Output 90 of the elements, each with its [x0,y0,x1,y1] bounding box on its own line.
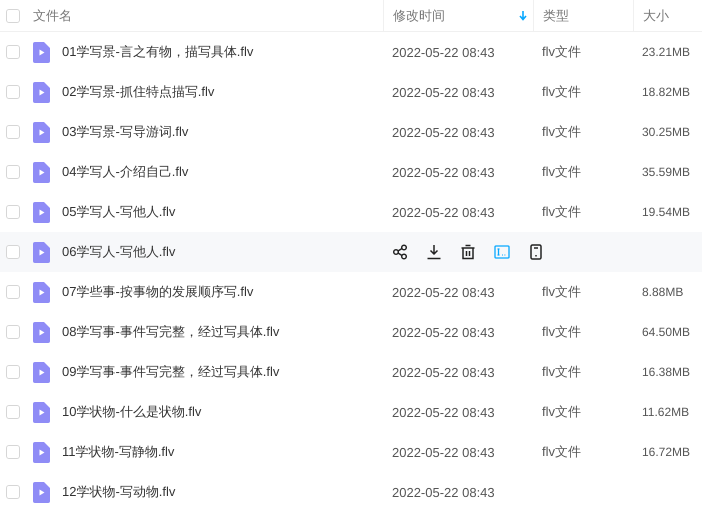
modified-time: 2022-05-22 08:43 [392,444,495,460]
video-file-icon [33,482,50,502]
video-file-icon [33,162,50,182]
file-row[interactable]: 10学状物-什么是状物.flv 2022-05-22 08:43 flv文件 11.62MB [0,392,702,432]
file-type: flv文件 [542,323,581,341]
video-file-icon [33,202,50,222]
video-file-icon [33,402,50,422]
row-checkbox[interactable] [6,325,20,339]
file-name[interactable]: 02学写景-抓住特点描写.flv [62,83,214,101]
row-checkbox[interactable] [6,85,20,99]
file-type: flv文件 [542,83,581,101]
file-type: flv文件 [542,123,581,141]
file-size: 16.38MB [642,365,690,379]
video-file-icon [33,362,50,382]
modified-time: 2022-05-22 08:43 [392,284,495,300]
modified-time: 2022-05-22 08:43 [392,204,495,220]
file-size: 35.59MB [642,165,690,179]
row-checkbox[interactable] [6,125,20,139]
share-icon[interactable] [392,244,408,260]
file-row[interactable]: 09学写事-事件写完整，经过写具体.flv 2022-05-22 08:43 flv文件 16.38MB [0,352,702,392]
file-type: flv文件 [542,43,581,61]
modified-time: 2022-05-22 08:43 [392,44,495,60]
file-row[interactable]: 03学写景-写导游词.flv 2022-05-22 08:43 flv文件 30.25MB [0,112,702,152]
file-type: flv文件 [542,443,581,461]
file-type: flv文件 [542,203,581,221]
row-checkbox[interactable] [6,45,20,59]
file-size: 64.50MB [642,325,690,339]
modified-time: 2022-05-22 08:43 [392,164,495,180]
file-size: 30.25MB [642,125,690,139]
file-name[interactable]: 01学写景-言之有物，描写具体.flv [62,43,254,61]
video-file-icon [33,42,50,62]
file-size: 19.54MB [642,205,690,219]
file-type: flv文件 [542,283,581,301]
file-name[interactable]: 06学写人-写他人.flv [62,243,176,261]
modified-time: 2022-05-22 08:43 [392,484,495,500]
file-row[interactable]: 07学些事-按事物的发展顺序写.flv 2022-05-22 08:43 flv文件 8.88MB [0,272,702,312]
sort-arrow-icon[interactable] [519,10,527,20]
modified-time: 2022-05-22 08:43 [392,404,495,420]
row-checkbox[interactable] [6,445,20,459]
download-icon[interactable] [426,244,442,260]
file-size: 16.72MB [642,445,690,459]
file-size: 11.62MB [642,405,690,419]
row-checkbox[interactable] [6,165,20,179]
video-file-icon [33,282,50,302]
column-header[interactable]: 类型 [543,6,569,24]
file-row[interactable]: 12学状物-写动物.flv 2022-05-22 08:43 [0,472,702,505]
file-row[interactable]: 08学写事-事件写完整，经过写具体.flv 2022-05-22 08:43 flv文件 64.50MB [0,312,702,352]
file-size: 18.82MB [642,85,690,99]
file-size: 8.88MB [642,285,684,299]
modified-time: 2022-05-22 08:43 [392,324,495,340]
video-file-icon [33,82,50,102]
video-file-icon [33,442,50,462]
select-all-checkbox[interactable] [6,8,20,22]
file-name[interactable]: 05学写人-写他人.flv [62,203,176,221]
row-checkbox[interactable] [6,405,20,419]
modified-time: 2022-05-22 08:43 [392,84,495,100]
file-name[interactable]: 08学写事-事件写完整，经过写具体.flv [62,323,280,341]
file-name[interactable]: 07学些事-按事物的发展顺序写.flv [62,283,254,301]
column-header[interactable]: 大小 [643,6,669,24]
video-file-icon [33,242,50,262]
file-type: flv文件 [542,403,581,421]
modified-time: 2022-05-22 08:43 [392,124,495,140]
row-checkbox[interactable] [6,245,20,259]
file-type: flv文件 [542,163,581,181]
file-name[interactable]: 04学写人-介绍自己.flv [62,163,188,181]
modified-time: 2022-05-22 08:43 [392,364,495,380]
file-row[interactable]: 02学写景-抓住特点描写.flv 2022-05-22 08:43 flv文件 18.82MB [0,72,702,112]
file-name[interactable]: 12学状物-写动物.flv [62,483,176,501]
column-header[interactable]: 修改时间 [393,6,445,24]
video-file-icon [33,122,50,142]
file-name[interactable]: 03学写景-写导游词.flv [62,123,188,141]
file-name[interactable]: 09学写事-事件写完整，经过写具体.flv [62,363,280,381]
file-row[interactable]: 04学写人-介绍自己.flv 2022-05-22 08:43 flv文件 35.59MB [0,152,702,192]
delete-icon[interactable] [460,244,476,260]
file-size: 23.21MB [642,45,690,59]
row-checkbox[interactable] [6,485,20,499]
video-file-icon [33,322,50,342]
device-icon[interactable] [528,244,544,260]
file-type: flv文件 [542,363,581,381]
row-checkbox[interactable] [6,285,20,299]
column-header[interactable]: 文件名 [33,6,72,24]
row-checkbox[interactable] [6,205,20,219]
row-checkbox[interactable] [6,365,20,379]
file-row[interactable]: 01学写景-言之有物，描写具体.flv 2022-05-22 08:43 flv文件 23.21MB [0,32,702,72]
file-row[interactable]: 06学写人-写他人.flv [0,232,702,272]
file-name[interactable]: 10学状物-什么是状物.flv [62,403,202,421]
rename-icon[interactable] [494,244,510,260]
file-row[interactable]: 11学状物-写静物.flv 2022-05-22 08:43 flv文件 16.72MB [0,432,702,472]
file-row[interactable]: 05学写人-写他人.flv 2022-05-22 08:43 flv文件 19.54MB [0,192,702,232]
file-name[interactable]: 11学状物-写静物.flv [62,443,174,461]
